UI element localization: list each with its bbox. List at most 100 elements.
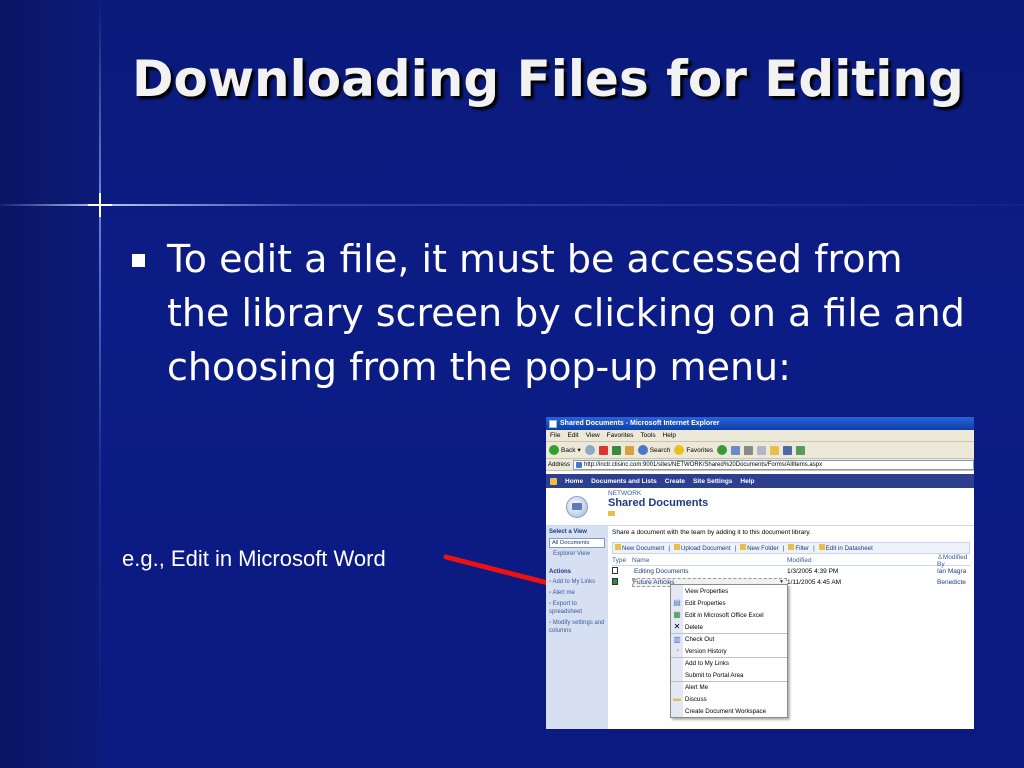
document-icon — [612, 567, 618, 574]
menu-version-history[interactable]: ◔ Version History — [671, 645, 787, 657]
menu-alert-me[interactable]: Alert Me — [671, 681, 787, 693]
library-titles: NETWORK Shared Documents — [608, 488, 708, 525]
table-row: Editing Documents 1/3/2005 4:39 PM Ian M… — [612, 566, 970, 577]
folder-small-icon — [608, 511, 615, 516]
new-folder-button[interactable]: New Folder — [740, 544, 779, 552]
action-export-to-spreadsheet[interactable]: ▫ Export to spreadsheet — [549, 600, 605, 616]
library-title: Shared Documents — [608, 497, 709, 509]
column-modified[interactable]: Modified — [787, 557, 937, 564]
modified-by-link[interactable]: Benedicte — [937, 579, 970, 586]
menu-favorites[interactable]: Favorites — [607, 432, 634, 439]
action-alert-me[interactable]: ▫ Alert me — [549, 589, 605, 597]
favorites-label: Favorites — [686, 446, 714, 454]
select-view-heading: Select a View — [549, 529, 587, 535]
forward-icon[interactable] — [584, 445, 595, 455]
file-name-link[interactable]: Editing Documents — [632, 568, 787, 575]
menu-help[interactable]: Help — [663, 432, 676, 439]
menu-view[interactable]: View — [586, 432, 600, 439]
edit-in-datasheet-button[interactable]: Edit in Datasheet — [818, 544, 873, 552]
menu-discuss[interactable]: ▬ Discuss — [671, 693, 787, 705]
actions-heading: Actions — [549, 569, 572, 575]
nav-help[interactable]: Help — [740, 478, 754, 485]
menu-tools[interactable]: Tools — [640, 432, 655, 439]
menu-file[interactable]: File — [550, 432, 560, 439]
slide-vertical-rule — [99, 0, 101, 768]
library-description: Share a document with the team by adding… — [612, 529, 811, 536]
mail-icon[interactable] — [731, 445, 741, 455]
refresh-icon[interactable] — [611, 445, 621, 455]
example-label: e.g., Edit in Microsoft Word — [122, 546, 386, 571]
library-toolbar: New Document | Upload Document | New Fol… — [612, 542, 970, 554]
action-add-to-my-links[interactable]: ▫ Add to My Links — [549, 578, 605, 586]
bullet-point: To edit a file, it must be accessed from… — [132, 232, 972, 394]
column-name[interactable]: Name — [632, 557, 787, 564]
search-icon — [637, 445, 648, 455]
favorites-star-icon — [674, 445, 685, 455]
sparkle-icon — [88, 193, 112, 217]
menu-delete[interactable]: ✕ Delete — [671, 621, 787, 633]
page-icon — [576, 461, 583, 468]
bullet-text: To edit a file, it must be accessed from… — [167, 237, 965, 389]
menu-create-document-workspace[interactable]: Create Document Workspace — [671, 705, 787, 717]
upload-icon — [673, 544, 680, 550]
column-modified-by[interactable]: ♙Modified By — [937, 553, 970, 568]
folder-icon[interactable] — [770, 445, 780, 455]
history-icon[interactable] — [717, 445, 728, 455]
left-navigation: Select a View All Documents Explorer Vie… — [546, 526, 608, 729]
column-type[interactable]: Type — [612, 557, 632, 564]
version-history-icon: ◔ — [674, 646, 680, 655]
edit-page-icon[interactable] — [757, 445, 767, 455]
favorites-button[interactable]: Favorites — [674, 445, 713, 455]
research-icon[interactable] — [796, 445, 806, 455]
new-document-button[interactable]: New Document — [615, 544, 664, 552]
menu-view-properties[interactable]: View Properties — [671, 585, 787, 597]
nav-documents-and-lists[interactable]: Documents and Lists — [591, 478, 657, 485]
check-out-icon: ▥ — [673, 635, 681, 644]
slide-title: Downloading Files for Editing — [132, 50, 964, 108]
action-modify-settings[interactable]: ▫ Modify settings and columns — [549, 619, 605, 635]
back-arrow-icon — [549, 445, 559, 455]
menu-edit-in-excel[interactable]: ▦ Edit in Microsoft Office Excel — [671, 609, 787, 621]
sharepoint-header: NETWORK Shared Documents — [546, 488, 974, 526]
back-button[interactable]: Back ▾ — [549, 445, 581, 455]
ie-window-icon — [549, 419, 557, 428]
home-icon[interactable] — [624, 445, 634, 455]
messenger-icon[interactable] — [783, 445, 793, 455]
menu-add-to-my-links[interactable]: Add to My Links — [671, 657, 787, 669]
modified-by-link[interactable]: Ian Magra — [937, 568, 970, 575]
nav-create[interactable]: Create — [665, 478, 685, 485]
menu-submit-to-portal[interactable]: Submit to Portal Area — [671, 669, 787, 681]
modified-date: 1/11/2005 4:45 AM — [787, 579, 842, 586]
ie-toolbar: Back ▾ Search Favorites — [546, 442, 974, 459]
context-menu: View Properties ▤ Edit Properties ▦ Edit i… — [670, 584, 788, 718]
filter-button[interactable]: Filter — [788, 544, 809, 552]
discuss-icon: ▬ — [673, 694, 681, 703]
table-row: Future Articles ▼ 1/11/2005 4:45 AM Bened… — [612, 577, 970, 588]
menu-edit-properties[interactable]: ▤ Edit Properties — [671, 597, 787, 609]
nav-home[interactable]: Home — [565, 478, 583, 485]
menu-edit[interactable]: Edit — [567, 432, 578, 439]
document-library: Share a document with the team by adding… — [608, 526, 974, 729]
menu-check-out[interactable]: ▥ Check Out — [671, 633, 787, 645]
view-all-documents[interactable]: All Documents — [549, 538, 605, 548]
logo-area — [546, 488, 608, 525]
filter-icon — [788, 544, 795, 550]
sharepoint-home-icon — [550, 477, 557, 485]
ie-window-title: Shared Documents - Microsoft Internet Ex… — [560, 420, 720, 427]
upload-document-button[interactable]: Upload Document — [673, 544, 730, 552]
address-label: Address — [548, 461, 571, 468]
stop-icon[interactable] — [598, 445, 608, 455]
search-button[interactable]: Search — [637, 445, 670, 455]
library-logo-icon — [566, 495, 588, 518]
back-label: Back — [561, 446, 576, 454]
view-explorer[interactable]: Explorer View — [549, 551, 605, 557]
edit-properties-icon: ▤ — [673, 598, 681, 607]
nav-site-settings[interactable]: Site Settings — [693, 478, 732, 485]
ie-title-bar: Shared Documents - Microsoft Internet Ex… — [546, 417, 974, 430]
print-icon[interactable] — [744, 445, 754, 455]
site-name[interactable]: NETWORK — [608, 490, 708, 497]
table-header: Type Name Modified ♙Modified By — [612, 553, 970, 568]
sharepoint-nav-bar: Home Documents and Lists Create Site Set… — [546, 474, 974, 488]
address-input[interactable]: http://inctr.ctisinc.com:9001/sites/NETW… — [573, 459, 974, 470]
modified-date: 1/3/2005 4:39 PM — [787, 568, 839, 575]
